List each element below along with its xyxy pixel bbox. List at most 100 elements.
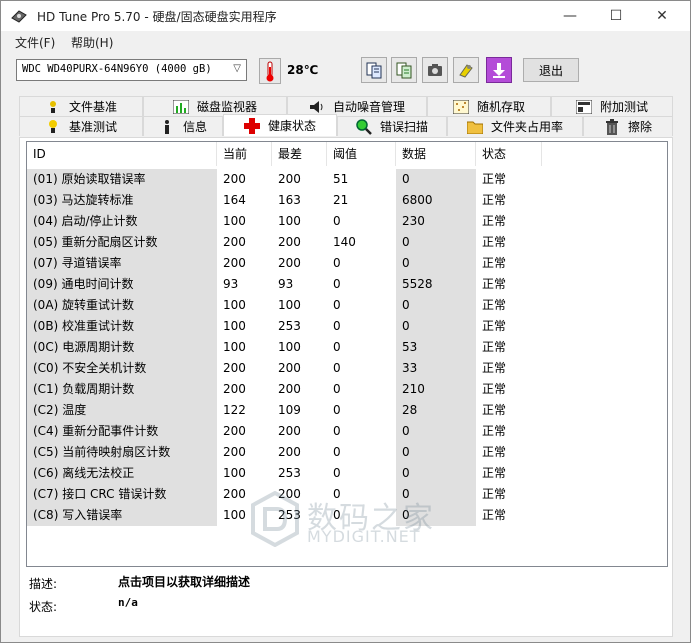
menu-file[interactable]: 文件(F) xyxy=(15,34,55,51)
table-row[interactable]: (0B) 校准重试计数 100 253 0 0 正常 xyxy=(27,316,667,337)
column-header-id[interactable]: ID xyxy=(27,142,217,166)
cell-worst: 253 xyxy=(278,508,301,522)
cell-data: 0 xyxy=(396,463,476,484)
cell-status: 正常 xyxy=(482,172,507,186)
minimize-button[interactable]: — xyxy=(547,1,593,31)
table-row[interactable]: (0A) 旋转重试计数 100 100 0 0 正常 xyxy=(27,295,667,316)
cell-current: 200 xyxy=(223,487,246,501)
column-header-status[interactable]: 状态 xyxy=(476,142,542,166)
table-row[interactable]: (C2) 温度 122 109 0 28 正常 xyxy=(27,400,667,421)
maximize-button[interactable]: ☐ xyxy=(593,1,639,31)
health-cross-icon xyxy=(243,117,260,134)
drive-select[interactable]: WDC WD40PURX-64N96Y0 (4000 gB) ▽ xyxy=(16,59,247,81)
cell-threshold: 0 xyxy=(333,508,341,522)
screenshot-button[interactable] xyxy=(422,57,448,83)
smart-table[interactable]: ID 当前 最差 阈值 数据 状态 (01) 原始读取错误率 200 200 51 0 正… xyxy=(26,141,668,567)
temperature-value: 28℃ xyxy=(287,63,319,77)
table-row[interactable]: (C6) 离线无法校正 100 253 0 0 正常 xyxy=(27,463,667,484)
cell-status: 正常 xyxy=(482,487,507,501)
cell-worst: 253 xyxy=(278,466,301,480)
cell-threshold: 0 xyxy=(333,277,341,291)
menu-help[interactable]: 帮助(H) xyxy=(71,34,113,51)
table-row[interactable]: (C8) 写入错误率 100 253 0 0 正常 xyxy=(27,505,667,526)
tab-file-benchmark[interactable]: 文件基准 xyxy=(19,96,143,116)
table-row[interactable]: (07) 寻道错误率 200 200 0 0 正常 xyxy=(27,253,667,274)
chevron-down-icon: ▽ xyxy=(233,63,241,74)
table-row[interactable]: (C0) 不安全关机计数 200 200 0 33 正常 xyxy=(27,358,667,379)
table-row[interactable]: (09) 通电时间计数 93 93 0 5528 正常 xyxy=(27,274,667,295)
benchmark-icon xyxy=(45,119,61,135)
close-button[interactable]: ✕ xyxy=(639,1,685,31)
cell-current: 200 xyxy=(223,256,246,270)
save-button[interactable] xyxy=(486,57,512,83)
column-header-current[interactable]: 当前 xyxy=(217,142,272,166)
cell-threshold: 0 xyxy=(333,256,341,270)
app-window: HD Tune Pro 5.70 - 硬盘/固态硬盘实用程序 — ☐ ✕ 文件(… xyxy=(0,0,691,643)
cell-threshold: 0 xyxy=(333,424,341,438)
tab-info[interactable]: 信息 xyxy=(143,116,223,136)
cell-status: 正常 xyxy=(482,382,507,396)
cell-data: 0 xyxy=(396,253,476,274)
tab-label: 健康状态 xyxy=(267,119,316,133)
cell-id: (C2) 温度 xyxy=(27,400,217,421)
cell-id: (04) 启动/停止计数 xyxy=(27,211,217,232)
table-row[interactable]: (01) 原始读取错误率 200 200 51 0 正常 xyxy=(27,169,667,190)
table-row[interactable]: (04) 启动/停止计数 100 100 0 230 正常 xyxy=(27,211,667,232)
tab-benchmark[interactable]: 基准测试 xyxy=(19,116,143,136)
tab-error-scan[interactable]: 错误扫描 xyxy=(337,116,447,136)
table-row[interactable]: (C4) 重新分配事件计数 200 200 0 0 正常 xyxy=(27,421,667,442)
copy-info-button[interactable] xyxy=(391,57,417,83)
tab-random-access[interactable]: 随机存取 xyxy=(427,96,551,116)
cell-current: 164 xyxy=(223,193,246,207)
cell-threshold: 0 xyxy=(333,298,341,312)
tab-folder-usage[interactable]: 文件夹占用率 xyxy=(447,116,583,136)
tab-extra-tests[interactable]: 附加测试 xyxy=(551,96,673,116)
download-arrow-icon xyxy=(493,63,505,78)
table-row[interactable]: (05) 重新分配扇区计数 200 200 140 0 正常 xyxy=(27,232,667,253)
cell-current: 100 xyxy=(223,466,246,480)
cell-data: 5528 xyxy=(396,274,476,295)
status-label: 状态: xyxy=(29,600,58,614)
options-icon xyxy=(459,64,473,78)
cell-threshold: 0 xyxy=(333,214,341,228)
column-header-worst[interactable]: 最差 xyxy=(272,142,327,166)
cell-status: 正常 xyxy=(482,340,507,354)
tab-health[interactable]: 健康状态 xyxy=(223,114,337,136)
tab-erase[interactable]: 擦除 xyxy=(583,116,673,136)
table-row[interactable]: (C5) 当前待映射扇区计数 200 200 0 0 正常 xyxy=(27,442,667,463)
cell-status: 正常 xyxy=(482,319,507,333)
description-value: 点击项目以获取详细描述 xyxy=(118,575,251,589)
table-row[interactable]: (C7) 接口 CRC 错误计数 200 200 0 0 正常 xyxy=(27,484,667,505)
cell-current: 200 xyxy=(223,172,246,186)
cell-status: 正常 xyxy=(482,193,507,207)
cell-current: 100 xyxy=(223,319,246,333)
cell-current: 100 xyxy=(223,298,246,312)
cell-data: 0 xyxy=(396,505,476,526)
tab-label: 随机存取 xyxy=(476,100,525,114)
cell-current: 100 xyxy=(223,508,246,522)
column-header-data[interactable]: 数据 xyxy=(396,142,476,166)
table-row[interactable]: (03) 马达旋转标准 164 163 21 6800 正常 xyxy=(27,190,667,211)
cell-id: (01) 原始读取错误率 xyxy=(27,169,217,190)
cell-worst: 163 xyxy=(278,193,301,207)
cell-id: (07) 寻道错误率 xyxy=(27,253,217,274)
extra-tests-icon xyxy=(575,99,592,115)
tab-disk-monitor[interactable]: 磁盘监视器 xyxy=(143,96,287,116)
exit-button[interactable]: 退出 xyxy=(523,58,579,82)
cell-current: 200 xyxy=(223,424,246,438)
trash-icon xyxy=(604,118,620,135)
column-header-threshold[interactable]: 阈值 xyxy=(327,142,396,166)
cell-status: 正常 xyxy=(482,508,507,522)
cell-current: 122 xyxy=(223,403,246,417)
cell-worst: 200 xyxy=(278,424,301,438)
table-row[interactable]: (0C) 电源周期计数 100 100 0 53 正常 xyxy=(27,337,667,358)
table-row[interactable]: (C1) 负载周期计数 200 200 0 210 正常 xyxy=(27,379,667,400)
copy-text-button[interactable] xyxy=(361,57,387,83)
tab-aam[interactable]: 自动噪音管理 xyxy=(287,96,427,116)
cell-id: (09) 通电时间计数 xyxy=(27,274,217,295)
options-button[interactable] xyxy=(453,57,479,83)
cell-threshold: 0 xyxy=(333,445,341,459)
cell-status: 正常 xyxy=(482,298,507,312)
speaker-icon xyxy=(309,99,325,115)
cell-data: 0 xyxy=(396,169,476,190)
